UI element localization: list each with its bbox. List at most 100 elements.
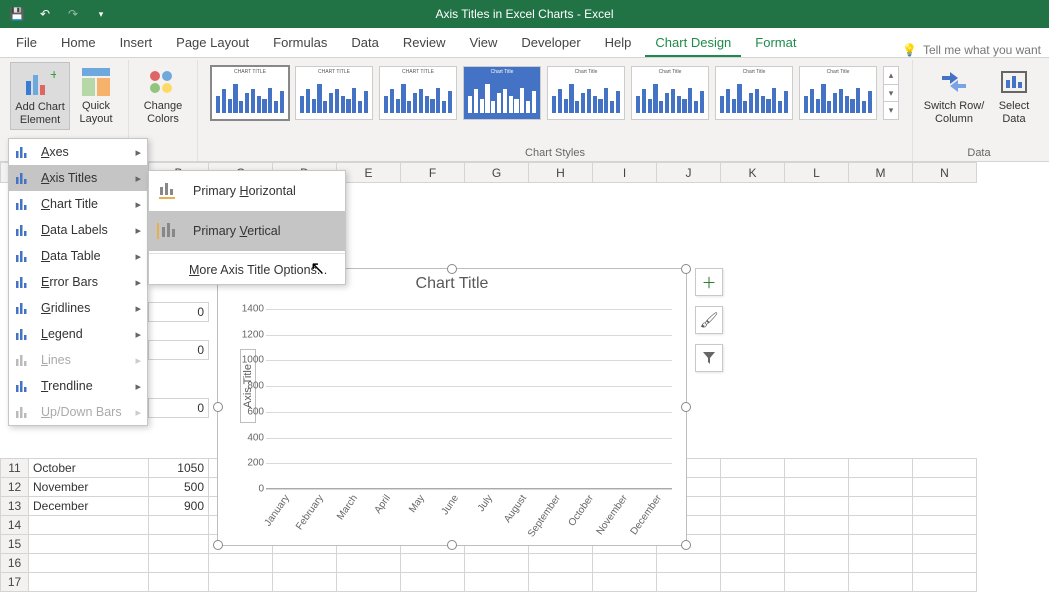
undo-icon[interactable]: ↶ bbox=[36, 5, 54, 23]
cell-B12[interactable]: 500 bbox=[149, 478, 209, 497]
cell-C17[interactable] bbox=[209, 573, 273, 592]
switch-row-column-button[interactable]: Switch Row/ Column bbox=[919, 62, 989, 128]
menu-item-trendline[interactable]: Trendline▸ bbox=[9, 373, 147, 399]
cell-B11[interactable]: 1050 bbox=[149, 459, 209, 478]
cell-K13[interactable] bbox=[721, 497, 785, 516]
cell-frag-1[interactable]: 0 bbox=[149, 303, 209, 322]
col-header-K[interactable]: K bbox=[721, 163, 785, 183]
cell-frag-2[interactable]: 0 bbox=[149, 341, 209, 360]
cell-L11[interactable] bbox=[785, 459, 849, 478]
save-icon[interactable]: 💾 bbox=[8, 5, 26, 23]
col-header-E[interactable]: E bbox=[337, 163, 401, 183]
cell-B14[interactable] bbox=[149, 516, 209, 535]
row-header-12[interactable]: 12 bbox=[1, 478, 29, 497]
tab-file[interactable]: File bbox=[6, 29, 47, 57]
cell-N14[interactable] bbox=[913, 516, 977, 535]
primary-horizontal-item[interactable]: Primary Horizontal bbox=[149, 171, 345, 211]
cell-B17[interactable] bbox=[149, 573, 209, 592]
chart-style-3[interactable]: CHART TITLE bbox=[379, 66, 457, 120]
cell-J16[interactable] bbox=[657, 554, 721, 573]
col-header-L[interactable]: L bbox=[785, 163, 849, 183]
cell-L14[interactable] bbox=[785, 516, 849, 535]
menu-item-data-table[interactable]: Data Table▸ bbox=[9, 243, 147, 269]
cell-I17[interactable] bbox=[593, 573, 657, 592]
cell-G17[interactable] bbox=[465, 573, 529, 592]
cell-F17[interactable] bbox=[401, 573, 465, 592]
embedded-chart[interactable]: Chart Title Axis Title 02004006008001000… bbox=[217, 268, 687, 546]
tab-review[interactable]: Review bbox=[393, 29, 456, 57]
cell-K12[interactable] bbox=[721, 478, 785, 497]
chart-elements-button[interactable]: ＋ bbox=[695, 268, 723, 296]
menu-item-gridlines[interactable]: Gridlines▸ bbox=[9, 295, 147, 321]
cell-L15[interactable] bbox=[785, 535, 849, 554]
chart-filters-button[interactable] bbox=[695, 344, 723, 372]
chart-style-4[interactable]: Chart Title bbox=[463, 66, 541, 120]
cell-B16[interactable] bbox=[149, 554, 209, 573]
menu-item-error-bars[interactable]: Error Bars▸ bbox=[9, 269, 147, 295]
chart-styles-button[interactable]: 🖌 bbox=[695, 306, 723, 334]
col-header-I[interactable]: I bbox=[593, 163, 657, 183]
cell-N11[interactable] bbox=[913, 459, 977, 478]
tab-page-layout[interactable]: Page Layout bbox=[166, 29, 259, 57]
cell-A15[interactable] bbox=[29, 535, 149, 554]
cell-M11[interactable] bbox=[849, 459, 913, 478]
cell-M13[interactable] bbox=[849, 497, 913, 516]
cell-M17[interactable] bbox=[849, 573, 913, 592]
primary-vertical-item[interactable]: Primary Vertical bbox=[149, 211, 345, 251]
resize-handle-ne[interactable] bbox=[681, 264, 691, 274]
tab-format[interactable]: Format bbox=[745, 29, 806, 57]
cell-M14[interactable] bbox=[849, 516, 913, 535]
resize-handle-sw[interactable] bbox=[213, 540, 223, 550]
tell-me-search[interactable]: 💡 Tell me what you want bbox=[902, 43, 1049, 57]
change-colors-button[interactable]: Change Colors bbox=[135, 62, 191, 128]
cell-L13[interactable] bbox=[785, 497, 849, 516]
cell-D17[interactable] bbox=[273, 573, 337, 592]
cell-H16[interactable] bbox=[529, 554, 593, 573]
cell-K17[interactable] bbox=[721, 573, 785, 592]
redo-icon[interactable]: ↷ bbox=[64, 5, 82, 23]
resize-handle-e[interactable] bbox=[681, 402, 691, 412]
add-chart-element-button[interactable]: + Add Chart Element bbox=[10, 62, 70, 130]
cell-J17[interactable] bbox=[657, 573, 721, 592]
row-header-15[interactable]: 15 bbox=[1, 535, 29, 554]
cell-E16[interactable] bbox=[337, 554, 401, 573]
cell-C16[interactable] bbox=[209, 554, 273, 573]
row-header-11[interactable]: 11 bbox=[1, 459, 29, 478]
cell-N15[interactable] bbox=[913, 535, 977, 554]
cell-K16[interactable] bbox=[721, 554, 785, 573]
cell-E17[interactable] bbox=[337, 573, 401, 592]
cell-A14[interactable] bbox=[29, 516, 149, 535]
gallery-expand[interactable]: ▴▾▾ bbox=[883, 66, 899, 120]
qat-dropdown-icon[interactable]: ▾ bbox=[92, 5, 110, 23]
row-header-13[interactable]: 13 bbox=[1, 497, 29, 516]
menu-item-legend[interactable]: Legend▸ bbox=[9, 321, 147, 347]
tab-chart-design[interactable]: Chart Design bbox=[645, 29, 741, 57]
cell-G16[interactable] bbox=[465, 554, 529, 573]
more-axis-title-options[interactable]: More Axis Title Options... bbox=[149, 256, 345, 284]
cell-A16[interactable] bbox=[29, 554, 149, 573]
cell-L12[interactable] bbox=[785, 478, 849, 497]
chart-style-5[interactable]: Chart Title bbox=[547, 66, 625, 120]
cell-K11[interactable] bbox=[721, 459, 785, 478]
menu-item-axis-titles[interactable]: Axis Titles▸ bbox=[9, 165, 147, 191]
cell-A13[interactable]: December bbox=[29, 497, 149, 516]
cell-A17[interactable] bbox=[29, 573, 149, 592]
cell-A12[interactable]: November bbox=[29, 478, 149, 497]
row-header-17[interactable]: 17 bbox=[1, 573, 29, 592]
gallery-down-icon[interactable]: ▾ bbox=[884, 85, 898, 103]
col-header-H[interactable]: H bbox=[529, 163, 593, 183]
chart-style-6[interactable]: Chart Title bbox=[631, 66, 709, 120]
cell-D16[interactable] bbox=[273, 554, 337, 573]
chart-style-7[interactable]: Chart Title bbox=[715, 66, 793, 120]
cell-K15[interactable] bbox=[721, 535, 785, 554]
col-header-J[interactable]: J bbox=[657, 163, 721, 183]
cell-N13[interactable] bbox=[913, 497, 977, 516]
menu-item-axes[interactable]: Axes▸ bbox=[9, 139, 147, 165]
col-header-G[interactable]: G bbox=[465, 163, 529, 183]
tab-formulas[interactable]: Formulas bbox=[263, 29, 337, 57]
cell-M15[interactable] bbox=[849, 535, 913, 554]
menu-item-data-labels[interactable]: Data Labels▸ bbox=[9, 217, 147, 243]
menu-item-chart-title[interactable]: Chart Title▸ bbox=[9, 191, 147, 217]
resize-handle-se[interactable] bbox=[681, 540, 691, 550]
select-data-button[interactable]: Select Data bbox=[989, 62, 1039, 128]
